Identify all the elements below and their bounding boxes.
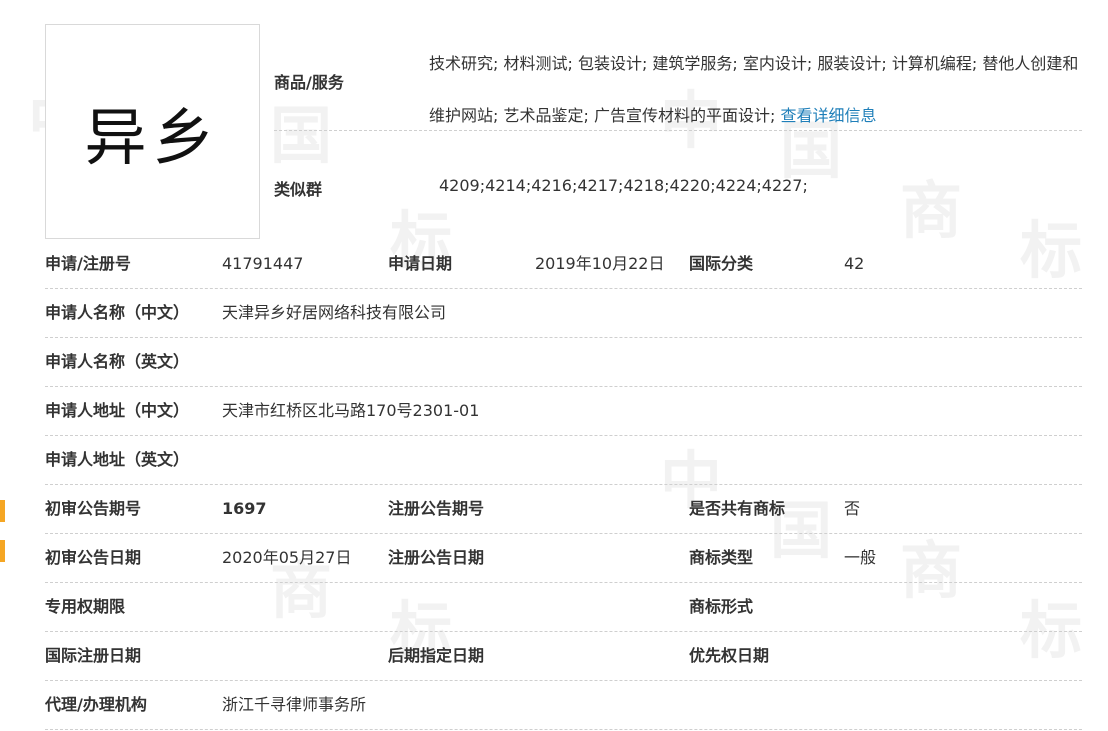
trademark-image: 异乡 [45,24,260,239]
similar-group-value: 4209;4214;4216;4217;4218;4220;4224;4227; [439,176,808,195]
field-value: 2019年10月22日 [535,254,665,273]
similar-group-label: 类似群 [274,180,323,199]
field-label: 专用权期限 [45,597,126,616]
field-label: 代理/办理机构 [45,695,147,714]
field-label: 注册公告期号 [388,499,485,518]
field-label: 申请人名称（英文） [45,352,190,371]
table-row: 初审公告日期 2020年05月27日 注册公告日期 商标类型 一般 [45,534,1082,583]
field-value: 41791447 [222,254,304,273]
table-row: 申请/注册号 41791447 申请日期 2019年10月22日 国际分类 42 [45,240,1082,289]
field-label: 申请日期 [388,254,453,273]
view-details-link[interactable]: 查看详细信息 [780,106,876,125]
field-label: 申请人名称（中文） [45,303,190,322]
divider [274,130,1082,131]
table-row: 国际注册日期 后期指定日期 优先权日期 [45,632,1082,681]
field-value: 否 [844,499,861,518]
table-row: 初审公告期号 1697 注册公告期号 是否共有商标 否 [45,485,1082,534]
field-label: 国际分类 [689,254,754,273]
field-label: 商标形式 [689,597,754,616]
field-label: 商标类型 [689,548,754,567]
edge-marker [0,500,5,522]
table-row: 申请人名称（中文） 天津异乡好居网络科技有限公司 [45,289,1082,338]
field-value: 天津市红桥区北马路170号2301-01 [222,401,480,420]
trademark-name: 异乡 [84,100,221,174]
field-value: 浙江千寻律师事务所 [222,695,367,714]
field-value: 42 [844,254,865,273]
field-label: 后期指定日期 [388,646,485,665]
field-label: 优先权日期 [689,646,770,665]
field-value: 天津异乡好居网络科技有限公司 [222,303,447,322]
trademark-details-table: 申请/注册号 41791447 申请日期 2019年10月22日 国际分类 42… [45,240,1082,730]
trademark-header: 异乡 商品/服务 技术研究; 材料测试; 包装设计; 建筑学服务; 室内设计; … [45,24,1082,240]
field-value: 一般 [844,548,877,567]
field-label: 国际注册日期 [45,646,142,665]
field-label: 申请人地址（中文） [45,401,190,420]
table-row: 申请人地址（英文） [45,436,1082,485]
field-label: 是否共有商标 [689,499,786,518]
goods-services-label: 商品/服务 [274,73,344,92]
table-row: 申请人名称（英文） [45,338,1082,387]
table-row: 代理/办理机构 浙江千寻律师事务所 [45,681,1082,730]
table-row: 申请人地址（中文） 天津市红桥区北马路170号2301-01 [45,387,1082,436]
field-label: 申请/注册号 [45,254,131,273]
field-value: 1697 [222,499,267,518]
field-label: 注册公告日期 [388,548,485,567]
edge-marker [0,540,5,562]
goods-services-list: 技术研究; 材料测试; 包装设计; 建筑学服务; 室内设计; 服装设计; 计算机… [429,54,1079,125]
table-row: 专用权期限 商标形式 [45,583,1082,632]
field-label: 申请人地址（英文） [45,450,190,469]
field-value: 2020年05月27日 [222,548,352,567]
field-label: 初审公告期号 [45,499,142,518]
goods-services-text: 技术研究; 材料测试; 包装设计; 建筑学服务; 室内设计; 服装设计; 计算机… [429,38,1079,142]
field-label: 初审公告日期 [45,548,142,567]
